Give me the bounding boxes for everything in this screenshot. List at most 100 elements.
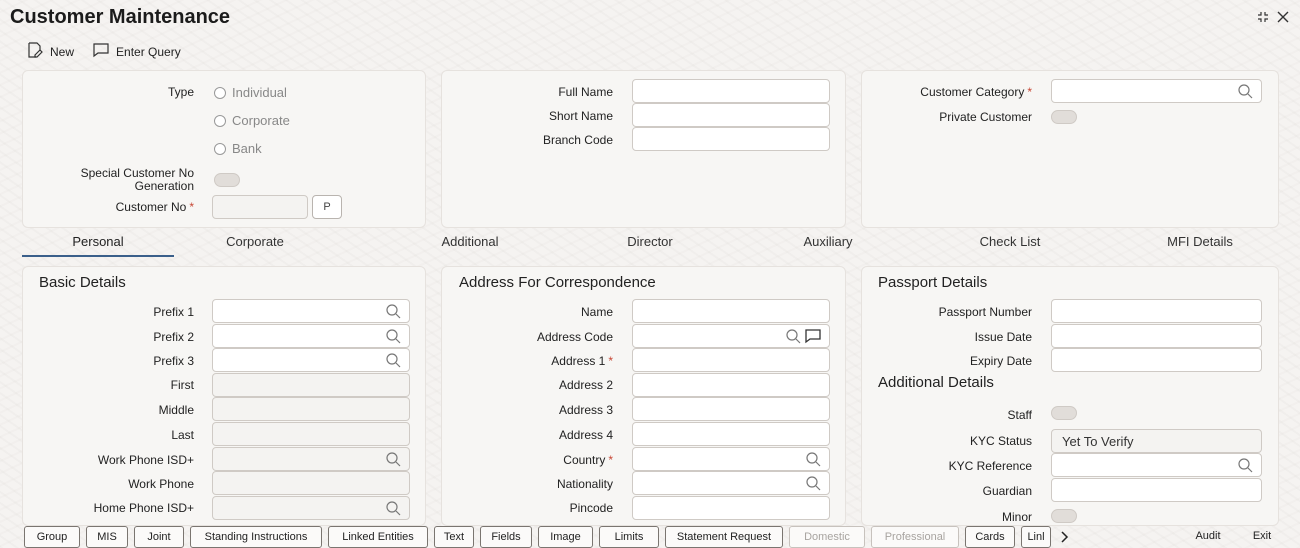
tab-auxiliary[interactable]: Auxiliary — [793, 234, 863, 249]
radio-circle-icon — [214, 142, 226, 155]
tab-personal[interactable]: Personal — [22, 234, 174, 249]
search-icon[interactable] — [385, 352, 401, 368]
comment-icon — [92, 42, 110, 61]
tab-mfi-details[interactable]: MFI Details — [1150, 234, 1250, 249]
issue-date-label: Issue Date — [974, 330, 1032, 344]
search-icon[interactable] — [805, 451, 821, 467]
radio-label: Corporate — [232, 113, 290, 128]
customer-no-label: Customer No * — [80, 200, 194, 214]
customer-category-label: Customer Category * — [880, 85, 1032, 99]
prefix3-input[interactable] — [212, 348, 410, 372]
links-button-truncated[interactable]: Linl — [1021, 526, 1051, 548]
enter-query-button[interactable]: Enter Query — [92, 42, 181, 61]
middle-input[interactable] — [212, 397, 410, 421]
work-phone-input[interactable] — [212, 471, 410, 495]
private-customer-label: Private Customer — [939, 110, 1032, 124]
guardian-label: Guardian — [982, 484, 1032, 498]
search-icon[interactable] — [385, 500, 401, 516]
home-phone-isd-input[interactable] — [212, 496, 410, 520]
required-marker: * — [608, 453, 613, 467]
audit-button[interactable]: Audit — [1183, 526, 1233, 548]
group-button[interactable]: Group — [24, 526, 80, 548]
type-radio-bank[interactable]: Bank — [214, 141, 262, 156]
passport-number-input[interactable] — [1051, 299, 1262, 323]
country-input[interactable] — [632, 447, 830, 471]
statement-request-button[interactable]: Statement Request — [665, 526, 783, 548]
professional-button[interactable]: Professional — [871, 526, 959, 548]
address-code-input[interactable] — [632, 324, 830, 348]
search-icon[interactable] — [385, 303, 401, 319]
type-radio-individual[interactable]: Individual — [214, 85, 287, 100]
type-label: Type — [167, 85, 194, 99]
customer-no-input[interactable] — [212, 195, 308, 219]
work-phone-isd-input[interactable] — [212, 447, 410, 471]
first-input[interactable] — [212, 373, 410, 397]
tab-director[interactable]: Director — [605, 234, 695, 249]
kyc-reference-input[interactable] — [1051, 453, 1262, 477]
fields-button[interactable]: Fields — [480, 526, 532, 548]
page-title: Customer Maintenance — [10, 6, 231, 28]
new-label: New — [50, 44, 75, 59]
tab-check-list[interactable]: Check List — [960, 234, 1060, 249]
issue-date-input[interactable] — [1051, 324, 1262, 348]
mis-button[interactable]: MIS — [86, 526, 128, 548]
prefix2-input[interactable] — [212, 324, 410, 348]
comment-icon[interactable] — [805, 328, 821, 344]
text-button[interactable]: Text — [434, 526, 474, 548]
private-customer-toggle[interactable] — [1051, 110, 1077, 124]
radio-label: Individual — [232, 85, 287, 100]
customer-category-input[interactable] — [1051, 79, 1262, 103]
special-customer-toggle[interactable] — [214, 173, 240, 187]
branch-code-input[interactable] — [632, 127, 830, 151]
last-input[interactable] — [212, 422, 410, 446]
address3-input[interactable] — [632, 397, 830, 421]
kyc-status-input[interactable]: Yet To Verify — [1051, 429, 1262, 453]
full-name-label: Full Name — [558, 85, 613, 99]
basic-details-title: Basic Details — [39, 274, 126, 291]
image-button[interactable]: Image — [538, 526, 593, 548]
address-name-input[interactable] — [632, 299, 830, 323]
required-marker: * — [189, 200, 194, 214]
required-marker: * — [608, 354, 613, 368]
expiry-date-input[interactable] — [1051, 348, 1262, 372]
staff-toggle[interactable] — [1051, 406, 1077, 420]
address4-input[interactable] — [632, 422, 830, 446]
new-button[interactable]: New — [26, 42, 74, 61]
window-controls — [1256, 10, 1290, 27]
search-icon[interactable] — [385, 328, 401, 344]
domestic-button[interactable]: Domestic — [789, 526, 865, 548]
nationality-input[interactable] — [632, 471, 830, 495]
last-label: Last — [171, 428, 194, 442]
pincode-input[interactable] — [632, 496, 830, 520]
address1-input[interactable] — [632, 348, 830, 372]
p-button[interactable]: P — [312, 195, 342, 219]
address-name-label: Name — [580, 305, 613, 319]
type-radio-corporate[interactable]: Corporate — [214, 113, 290, 128]
additional-details-title: Additional Details — [878, 374, 994, 391]
search-icon[interactable] — [1237, 457, 1253, 473]
address2-input[interactable] — [632, 373, 830, 397]
linked-entities-button[interactable]: Linked Entities — [328, 526, 428, 548]
scroll-right-chevron-icon[interactable] — [1056, 526, 1072, 548]
kyc-reference-label: KYC Reference — [948, 459, 1032, 473]
prefix1-input[interactable] — [212, 299, 410, 323]
guardian-input[interactable] — [1051, 478, 1262, 502]
search-icon[interactable] — [785, 328, 801, 344]
standing-instructions-button[interactable]: Standing Instructions — [190, 526, 322, 548]
close-icon[interactable] — [1276, 10, 1290, 27]
tab-additional[interactable]: Additional — [425, 234, 515, 249]
search-icon[interactable] — [385, 451, 401, 467]
cards-button[interactable]: Cards — [965, 526, 1015, 548]
search-icon[interactable] — [1237, 83, 1253, 99]
exit-button[interactable]: Exit — [1240, 526, 1284, 548]
minimize-icon[interactable] — [1256, 10, 1270, 27]
full-name-input[interactable] — [632, 79, 830, 103]
tab-corporate[interactable]: Corporate — [205, 234, 305, 249]
country-label: Country * — [480, 453, 613, 467]
address4-label: Address 4 — [558, 428, 613, 442]
limits-button[interactable]: Limits — [599, 526, 659, 548]
search-icon[interactable] — [805, 475, 821, 491]
short-name-input[interactable] — [632, 103, 830, 127]
joint-button[interactable]: Joint — [134, 526, 184, 548]
minor-toggle[interactable] — [1051, 509, 1077, 523]
